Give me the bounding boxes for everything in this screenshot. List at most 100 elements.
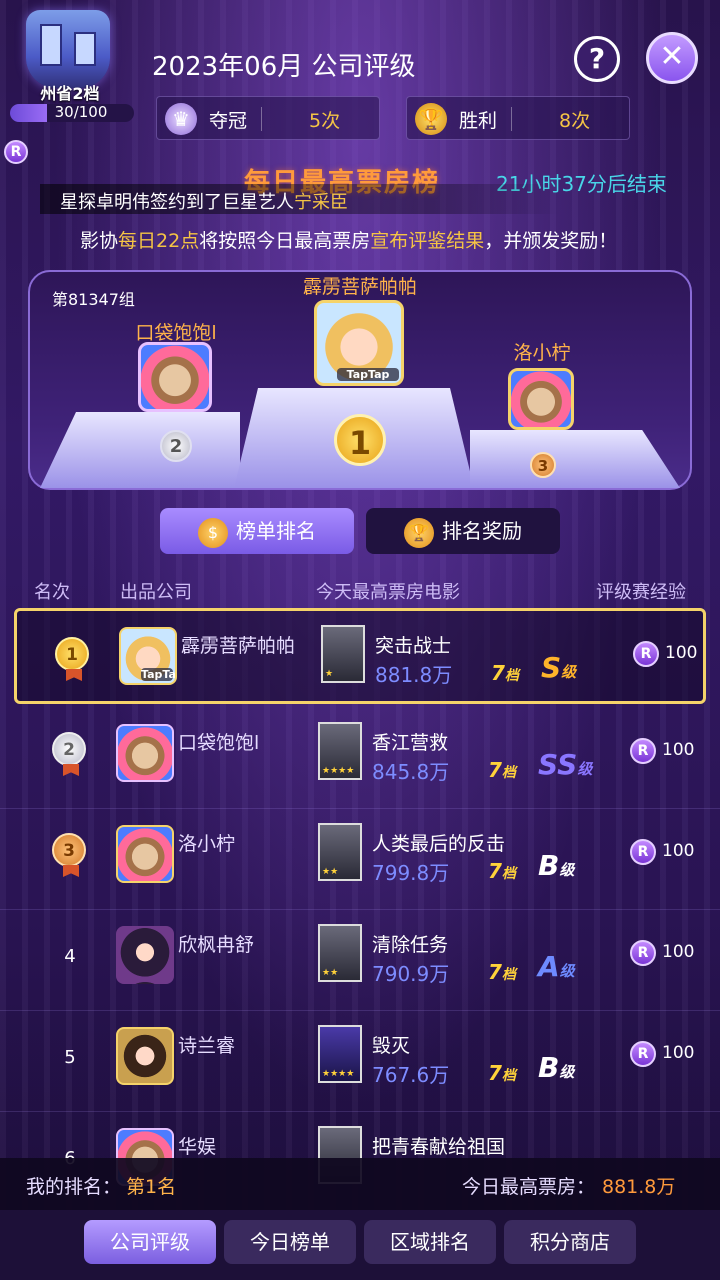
question-icon: ? (588, 42, 606, 75)
grade: S级 (541, 651, 577, 684)
close-icon: ✕ (659, 39, 685, 74)
box-office: 790.9万 (372, 962, 450, 986)
movie-poster: ★★ (318, 924, 362, 982)
page-title: 2023年06月 公司评级 (152, 52, 416, 82)
exp-value: 100 (665, 643, 698, 663)
column-rank: 名次 (34, 582, 70, 603)
podium-first-avatar[interactable]: TapTap (314, 300, 404, 386)
company-name: 诗兰睿 (178, 1035, 236, 1057)
box-office: 845.8万 (372, 760, 450, 784)
avatar-tag: TapTap (141, 668, 176, 681)
divider (261, 107, 262, 131)
level-progress-text: 30/100 (54, 103, 108, 121)
rating-r-icon: R (633, 641, 659, 667)
table-row[interactable]: 5 诗兰睿 ★★★★ 毁灭 767.6万 7档 B级 R 100 (0, 1011, 720, 1111)
movie-poster: ★★★★ (318, 1025, 362, 1083)
tab-rewards[interactable]: 🏆 排名奖励 (366, 508, 560, 554)
column-exp: 评级赛经验 (596, 582, 686, 603)
exp-value: 100 (662, 740, 695, 760)
silver-medal-icon: 2 (160, 430, 192, 462)
exp-value: 100 (662, 841, 695, 861)
help-button[interactable]: ? (574, 36, 620, 82)
podium-third-name: 洛小柠 (513, 342, 571, 364)
company-name: 华娱 (178, 1136, 217, 1158)
tier: 7档 (488, 758, 516, 782)
nav-region-ranking[interactable]: 区域排名 (364, 1220, 496, 1264)
box-office: 767.6万 (372, 1063, 450, 1087)
crown-icon: ♛ (165, 103, 197, 135)
movie-title: 清除任务 (372, 934, 449, 956)
rating-r-icon: R (630, 839, 656, 865)
movie-title: 把青春献给祖国 (372, 1136, 506, 1158)
company-name: 口袋饱饱l (178, 732, 260, 754)
champion-label: 夺冠 (209, 110, 248, 132)
movie-title: 毁灭 (372, 1035, 411, 1057)
bronze-medal-icon: 3 (530, 452, 556, 478)
table-row[interactable]: 2 口袋饱饱l ★★★★ 香江营救 845.8万 7档 SS级 R 100 (0, 708, 720, 808)
silver-medal-icon: 2 (52, 732, 86, 766)
podium-third-avatar[interactable] (508, 368, 574, 430)
rating-r-icon: R (630, 1041, 656, 1067)
tier: 7档 (491, 661, 519, 685)
grade: A级 (538, 950, 575, 983)
tab-ranking[interactable]: $ 榜单排名 (160, 508, 354, 554)
movie-poster: ★★★★ (318, 722, 362, 780)
rank-number: 4 (64, 946, 76, 967)
company-name: 欣枫冉舒 (178, 934, 255, 956)
announcement: 影协每日22点将按照今日最高票房宣布评鉴结果，并颁发奖励！ (80, 230, 618, 252)
avatar-tag: TapTap (337, 368, 399, 381)
bronze-medal-icon: 3 (52, 833, 86, 867)
nav-today-board[interactable]: 今日榜单 (224, 1220, 356, 1264)
trophy-icon: 🏆 (415, 103, 447, 135)
movie-title: 人类最后的反击 (372, 833, 506, 855)
company-avatar (116, 724, 174, 782)
group-label: 第81347组 (52, 290, 135, 309)
movie-title: 香江营救 (372, 732, 449, 754)
table-row[interactable]: 4 欣枫冉舒 ★★ 清除任务 790.9万 7档 A级 R 100 (0, 910, 720, 1010)
rating-r-icon: R (630, 738, 656, 764)
table-row[interactable]: 1 TapTap 霹雳菩萨帕帕 ★ 突击战士 881.8万 7档 S级 R 10… (14, 608, 706, 704)
top-box-office-label: 今日最高票房： (462, 1176, 596, 1198)
tier: 7档 (488, 859, 516, 883)
podium-second-name: 口袋饱饱l (135, 322, 217, 344)
tier: 7档 (488, 1061, 516, 1085)
news-ticker-text: 星探卓明伟签约到了巨星艺人宁采臣 (60, 192, 348, 213)
company-name: 洛小柠 (178, 833, 236, 855)
box-office: 799.8万 (372, 861, 450, 885)
movie-title: 突击战士 (375, 635, 452, 657)
column-movie: 今天最高票房电影 (316, 582, 460, 603)
gold-medal-icon: 1 (55, 637, 89, 671)
champion-count-box: ♛ 夺冠 5次 (156, 96, 380, 140)
ticker-highlight: 宁采臣 (294, 192, 348, 213)
company-avatar (116, 825, 174, 883)
grade: SS级 (538, 748, 593, 781)
exp-value: 100 (662, 1043, 695, 1063)
city-icon (26, 10, 110, 88)
nav-points-shop[interactable]: 积分商店 (504, 1220, 636, 1264)
box-office: 881.8万 (375, 663, 453, 687)
movie-poster: ★ (321, 625, 365, 683)
table-row[interactable]: 3 洛小柠 ★★ 人类最后的反击 799.8万 7档 B级 R 100 (0, 809, 720, 909)
coin-bag-icon: $ (198, 517, 228, 548)
close-button[interactable]: ✕ (646, 32, 698, 84)
podium-second-avatar[interactable] (138, 342, 212, 412)
divider (511, 107, 512, 131)
win-count-box: 🏆 胜利 8次 (406, 96, 630, 140)
my-rank-label: 我的排名： (26, 1176, 122, 1198)
top-box-office-value: 881.8万 (602, 1176, 676, 1198)
movie-poster: ★★ (318, 823, 362, 881)
trophy-icon: 🏆 (404, 517, 434, 548)
level-name: 州省2档 (40, 84, 100, 103)
tier: 7档 (488, 960, 516, 984)
grade: B级 (538, 1051, 575, 1084)
champion-count: 5次 (309, 110, 341, 132)
podium-first-name: 霹雳菩萨帕帕 (302, 276, 417, 298)
company-name: 霹雳菩萨帕帕 (181, 635, 296, 657)
gold-medal-icon: 1 (334, 414, 386, 466)
rating-r-icon: R (4, 140, 28, 164)
rank-number: 5 (64, 1047, 76, 1068)
win-count: 8次 (559, 110, 591, 132)
rating-r-icon: R (630, 940, 656, 966)
nav-company-rating[interactable]: 公司评级 (84, 1220, 216, 1264)
win-label: 胜利 (459, 110, 498, 132)
